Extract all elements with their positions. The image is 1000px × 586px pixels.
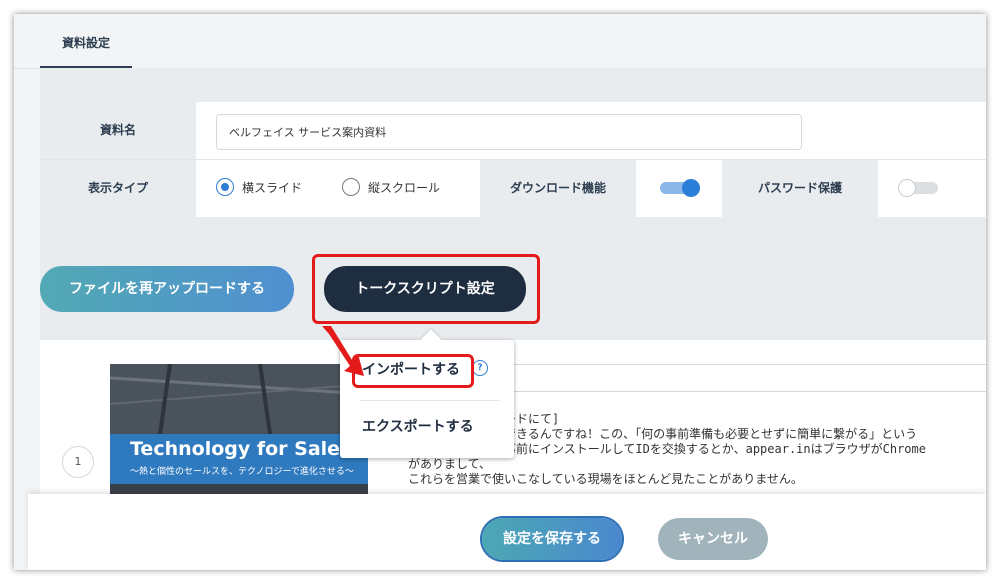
menu-divider bbox=[360, 400, 500, 401]
radio-selected-icon bbox=[216, 178, 234, 196]
highlight-box-talkscript bbox=[312, 254, 540, 324]
radio-vertical-label: 縦スクロール bbox=[368, 181, 441, 195]
radio-unselected-icon bbox=[342, 178, 360, 196]
reupload-file-button[interactable]: ファイルを再アップロードする bbox=[40, 266, 294, 312]
display-type-label: 表示タイプ bbox=[40, 160, 196, 217]
script-header-field[interactable] bbox=[500, 364, 986, 392]
script-line: がありまして、 bbox=[408, 457, 492, 471]
arrow-pointer-icon bbox=[322, 326, 364, 376]
toggle-knob bbox=[682, 179, 700, 197]
download-label: ダウンロード機能 bbox=[480, 160, 636, 217]
document-form: 資料名 ベルフェイス サービス案内資料 表示タイプ 横スライド 縦スクロール ダ… bbox=[40, 102, 986, 222]
highlight-box-import bbox=[352, 354, 474, 388]
password-toggle[interactable] bbox=[898, 179, 938, 197]
password-label: パスワード保護 bbox=[722, 160, 878, 217]
menu-item-export[interactable]: エクスポートする bbox=[340, 402, 514, 452]
display-type-row: 表示タイプ 横スライド 縦スクロール ダウンロード機能 パスワード保護 bbox=[40, 160, 986, 217]
radio-horizontal-label: 横スライド bbox=[242, 181, 303, 195]
script-line: これらを営業で使いこなしている現場をほとんど見たことがありません。 bbox=[408, 472, 803, 486]
radio-vertical-scroll[interactable]: 縦スクロール bbox=[342, 178, 452, 198]
help-icon[interactable]: ? bbox=[472, 360, 488, 376]
name-label: 資料名 bbox=[40, 102, 196, 159]
download-toggle[interactable] bbox=[660, 179, 700, 197]
tab-document-settings[interactable]: 資料設定 bbox=[40, 14, 132, 68]
document-name-input[interactable]: ベルフェイス サービス案内資料 bbox=[216, 114, 802, 150]
toggle-knob bbox=[898, 179, 916, 197]
tab-bar: 資料設定 bbox=[14, 14, 986, 69]
app-frame: 資料設定 資料名 ベルフェイス サービス案内資料 表示タイプ 横スライド 縦スク… bbox=[14, 14, 986, 570]
export-label: エクスポートする bbox=[362, 419, 474, 435]
slide-number: 1 bbox=[62, 446, 94, 478]
save-settings-button[interactable]: 設定を保存する bbox=[482, 518, 622, 560]
slide-title: Technology for Sales bbox=[130, 438, 352, 460]
slide-subtitle: 〜熱と個性のセールスを、テクノロジーで進化させる〜 bbox=[130, 467, 354, 477]
cancel-button[interactable]: キャンセル bbox=[658, 518, 768, 560]
slide-thumbnail[interactable]: Technology for Sales 〜熱と個性のセールスを、テクノロジーで… bbox=[110, 364, 368, 514]
name-row: 資料名 ベルフェイス サービス案内資料 bbox=[40, 102, 986, 160]
radio-horizontal-slide[interactable]: 横スライド bbox=[216, 178, 316, 198]
